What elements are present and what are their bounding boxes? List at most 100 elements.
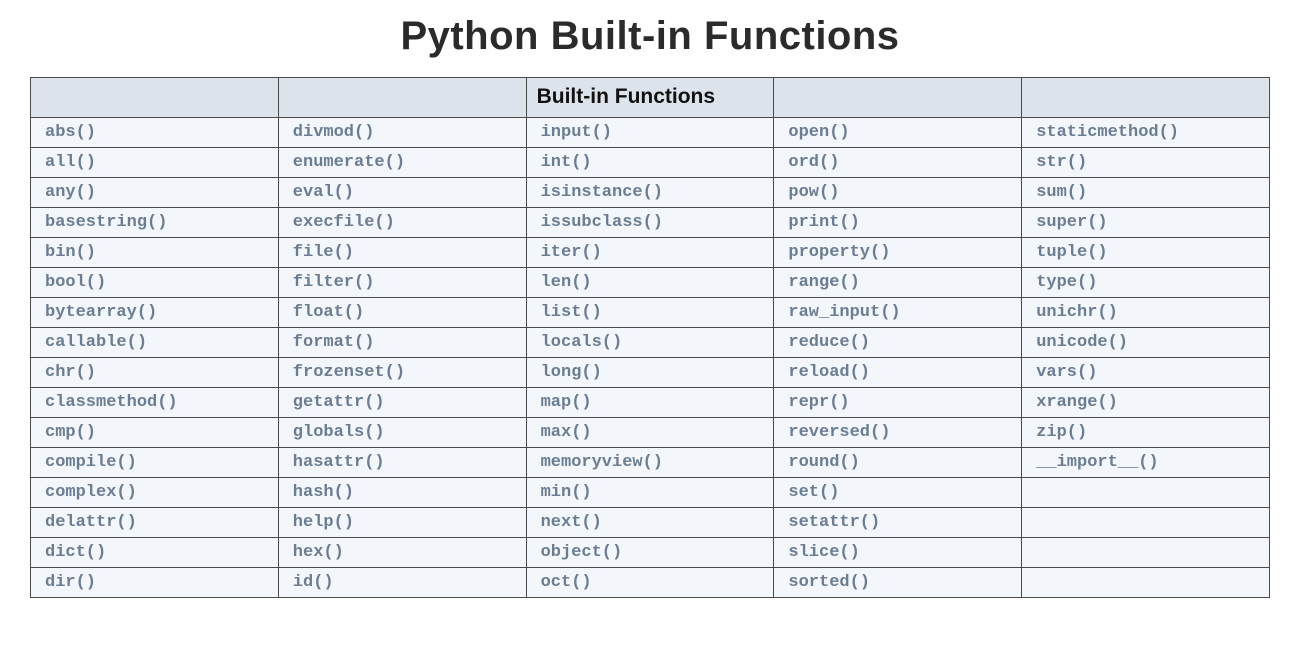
table-row: callable()format()locals()reduce()unicod…	[31, 328, 1270, 358]
table-row: dict()hex()object()slice()	[31, 538, 1270, 568]
function-cell: slice()	[774, 538, 1022, 568]
function-cell: pow()	[774, 178, 1022, 208]
function-cell: enumerate()	[278, 148, 526, 178]
function-cell: sum()	[1022, 178, 1270, 208]
function-cell: complex()	[31, 478, 279, 508]
function-cell: all()	[31, 148, 279, 178]
function-cell: len()	[526, 268, 774, 298]
table-row: bin()file()iter()property()tuple()	[31, 238, 1270, 268]
function-cell: __import__()	[1022, 448, 1270, 478]
function-cell: str()	[1022, 148, 1270, 178]
function-cell: input()	[526, 118, 774, 148]
table-row: bytearray()float()list()raw_input()unich…	[31, 298, 1270, 328]
function-cell: staticmethod()	[1022, 118, 1270, 148]
function-cell: format()	[278, 328, 526, 358]
function-cell: iter()	[526, 238, 774, 268]
table-header-cell	[774, 78, 1022, 118]
function-cell: reversed()	[774, 418, 1022, 448]
function-cell: issubclass()	[526, 208, 774, 238]
table-header-row: Built-in Functions	[31, 78, 1270, 118]
function-cell: ord()	[774, 148, 1022, 178]
function-cell: chr()	[31, 358, 279, 388]
function-cell: property()	[774, 238, 1022, 268]
function-cell: cmp()	[31, 418, 279, 448]
function-cell: round()	[774, 448, 1022, 478]
function-cell: abs()	[31, 118, 279, 148]
function-cell: print()	[774, 208, 1022, 238]
table-row: cmp()globals()max()reversed()zip()	[31, 418, 1270, 448]
function-cell: classmethod()	[31, 388, 279, 418]
table-header-cell	[278, 78, 526, 118]
function-cell: max()	[526, 418, 774, 448]
function-cell: unicode()	[1022, 328, 1270, 358]
function-cell: long()	[526, 358, 774, 388]
function-cell	[1022, 478, 1270, 508]
function-cell: filter()	[278, 268, 526, 298]
function-cell: locals()	[526, 328, 774, 358]
table-row: complex()hash()min()set()	[31, 478, 1270, 508]
function-cell: any()	[31, 178, 279, 208]
function-cell: zip()	[1022, 418, 1270, 448]
function-cell: dict()	[31, 538, 279, 568]
function-cell: globals()	[278, 418, 526, 448]
function-cell: vars()	[1022, 358, 1270, 388]
table-row: abs()divmod()input()open()staticmethod()	[31, 118, 1270, 148]
table-header-cell	[1022, 78, 1270, 118]
function-cell: float()	[278, 298, 526, 328]
function-cell: bytearray()	[31, 298, 279, 328]
table-row: all()enumerate()int()ord()str()	[31, 148, 1270, 178]
function-cell: isinstance()	[526, 178, 774, 208]
function-cell: repr()	[774, 388, 1022, 418]
function-cell: bin()	[31, 238, 279, 268]
function-cell: basestring()	[31, 208, 279, 238]
table-row: delattr()help()next()setattr()	[31, 508, 1270, 538]
function-cell: divmod()	[278, 118, 526, 148]
table-row: bool()filter()len()range()type()	[31, 268, 1270, 298]
function-cell: memoryview()	[526, 448, 774, 478]
function-cell: getattr()	[278, 388, 526, 418]
function-cell: map()	[526, 388, 774, 418]
function-cell: hash()	[278, 478, 526, 508]
function-cell: frozenset()	[278, 358, 526, 388]
table-header-cell: Built-in Functions	[526, 78, 774, 118]
function-cell: compile()	[31, 448, 279, 478]
builtin-functions-table: Built-in Functions abs()divmod()input()o…	[30, 77, 1270, 598]
function-cell: callable()	[31, 328, 279, 358]
function-cell: xrange()	[1022, 388, 1270, 418]
function-cell: super()	[1022, 208, 1270, 238]
function-cell: id()	[278, 568, 526, 598]
function-cell: object()	[526, 538, 774, 568]
table-row: dir()id()oct()sorted()	[31, 568, 1270, 598]
function-cell: reload()	[774, 358, 1022, 388]
table-header-cell	[31, 78, 279, 118]
function-cell: sorted()	[774, 568, 1022, 598]
function-cell: help()	[278, 508, 526, 538]
function-cell	[1022, 538, 1270, 568]
function-cell	[1022, 508, 1270, 538]
function-cell: delattr()	[31, 508, 279, 538]
function-cell: dir()	[31, 568, 279, 598]
function-cell: list()	[526, 298, 774, 328]
function-cell: type()	[1022, 268, 1270, 298]
function-cell: setattr()	[774, 508, 1022, 538]
function-cell	[1022, 568, 1270, 598]
function-cell: hasattr()	[278, 448, 526, 478]
function-cell: raw_input()	[774, 298, 1022, 328]
function-cell: eval()	[278, 178, 526, 208]
function-cell: oct()	[526, 568, 774, 598]
function-cell: open()	[774, 118, 1022, 148]
table-row: compile()hasattr()memoryview()round()__i…	[31, 448, 1270, 478]
function-cell: execfile()	[278, 208, 526, 238]
function-cell: min()	[526, 478, 774, 508]
function-cell: file()	[278, 238, 526, 268]
table-row: any()eval()isinstance()pow()sum()	[31, 178, 1270, 208]
table-row: chr()frozenset()long()reload()vars()	[31, 358, 1270, 388]
function-cell: set()	[774, 478, 1022, 508]
table-row: basestring()execfile()issubclass()print(…	[31, 208, 1270, 238]
function-cell: reduce()	[774, 328, 1022, 358]
function-cell: next()	[526, 508, 774, 538]
function-cell: tuple()	[1022, 238, 1270, 268]
function-cell: int()	[526, 148, 774, 178]
function-cell: bool()	[31, 268, 279, 298]
function-cell: range()	[774, 268, 1022, 298]
